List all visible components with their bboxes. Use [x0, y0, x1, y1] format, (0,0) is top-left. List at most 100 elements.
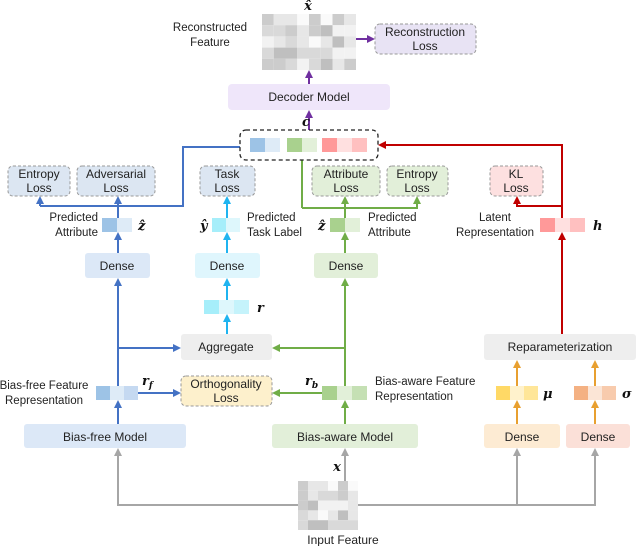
grid-cell	[320, 58, 333, 70]
grid-cell	[332, 25, 345, 37]
grid-cell	[273, 36, 286, 48]
pred-attr-right-1: Predicted	[368, 212, 417, 224]
grid-cell	[332, 47, 345, 59]
grid-cell	[297, 58, 309, 70]
aggregate-label: Aggregate	[198, 340, 254, 354]
grid-cell	[318, 481, 328, 491]
bias-free-rep-1: Bias-free Feature	[0, 380, 88, 392]
grid-cell	[332, 36, 345, 48]
latent-label-2: Representation	[456, 227, 534, 239]
bias-free-model-label: Bias-free Model	[63, 430, 147, 444]
grid-cell	[309, 36, 321, 48]
grid-cell	[309, 47, 321, 59]
grid-cell	[308, 500, 318, 511]
h-symbol: h	[593, 219, 602, 234]
c-symbol: c	[302, 115, 310, 130]
r-symbol: r	[257, 301, 265, 316]
zhat-right-symbol: ẑ	[317, 219, 326, 234]
grid-cell	[273, 47, 286, 59]
grid-cell	[308, 510, 318, 521]
bias-aware-rep-2: Representation	[375, 391, 453, 403]
kl-loss-2: Loss	[503, 181, 528, 195]
grid-cell	[328, 490, 338, 501]
grid-cell	[338, 490, 348, 501]
decoder-model-label: Decoder Model	[268, 90, 349, 104]
kl-loss-1: KL	[509, 167, 524, 181]
grid-cell	[328, 500, 338, 511]
grid-cell	[328, 481, 338, 491]
grid-cell	[338, 520, 348, 530]
reparameterization-label: Reparameterization	[508, 340, 613, 354]
grid-cell	[309, 14, 321, 26]
grid-cell	[262, 14, 274, 26]
grid-cell	[308, 490, 318, 501]
grid-cell	[308, 520, 318, 530]
grid-cell	[285, 25, 298, 37]
xhat-symbol: x̂	[303, 0, 312, 14]
architecture-diagram: x̂ Reconstructed Feature Reconstruction …	[0, 0, 636, 546]
reconstruction-loss-2: Loss	[412, 39, 437, 53]
grid-cell	[273, 14, 286, 26]
rb-symbol: rb	[305, 374, 318, 391]
grid-cell	[273, 58, 286, 70]
grid-cell	[318, 490, 328, 501]
yhat-symbol: ŷ	[199, 219, 209, 234]
grid-cell	[318, 520, 328, 530]
grid-cell	[285, 58, 298, 70]
grid-cell	[344, 14, 356, 26]
dense-label: Dense	[100, 259, 135, 273]
grid-cell	[344, 36, 356, 48]
reconstructed-label-2: Feature	[190, 37, 230, 49]
grid-cell	[348, 510, 358, 521]
pred-attr-left-2: Attribute	[55, 227, 98, 239]
pred-task-1: Predicted	[247, 212, 296, 224]
rf-symbol: rf	[142, 374, 155, 391]
grid-cell	[298, 510, 308, 521]
grid-cell	[320, 25, 333, 37]
grid-cell	[318, 500, 328, 511]
orthogonality-loss-1: Orthogonality	[190, 377, 261, 391]
bias-free-rep-2: Representation	[5, 395, 83, 407]
mu-symbol: μ	[543, 387, 553, 402]
grid-cell	[320, 14, 333, 26]
grid-cell	[348, 500, 358, 511]
bias-aware-model-label: Bias-aware Model	[297, 430, 393, 444]
dense-label: Dense	[329, 259, 364, 273]
grid-cell	[348, 481, 358, 491]
bias-aware-rep-1: Bias-aware Feature	[375, 376, 475, 388]
grid-cell	[298, 500, 308, 511]
grid-cell	[309, 58, 321, 70]
grid-cell	[338, 510, 348, 521]
attribute-loss-2: Loss	[333, 181, 358, 195]
sigma-symbol: σ	[622, 387, 632, 402]
grid-cell	[308, 481, 318, 491]
entropy-loss-left-2: Loss	[26, 181, 51, 195]
grid-cell	[348, 520, 358, 530]
dense-label: Dense	[505, 430, 540, 444]
reconstruction-loss-1: Reconstruction	[385, 25, 465, 39]
pred-task-2: Task Label	[247, 227, 302, 239]
grid-cell	[285, 14, 298, 26]
input-feature-grid	[298, 481, 358, 530]
grid-cell	[328, 520, 338, 530]
grid-cell	[262, 47, 274, 59]
grid-cell	[298, 490, 308, 501]
grid-cell	[344, 58, 356, 70]
grid-cell	[297, 47, 309, 59]
reconstructed-feature-grid	[262, 14, 356, 70]
grid-cell	[332, 14, 345, 26]
orthogonality-loss-2: Loss	[213, 391, 238, 405]
grid-cell	[338, 500, 348, 511]
grid-cell	[298, 520, 308, 530]
task-loss-2: Loss	[214, 181, 239, 195]
input-feature-label: Input Feature	[307, 533, 379, 546]
grid-cell	[338, 481, 348, 491]
entropy-loss-right-1: Entropy	[396, 167, 437, 181]
entropy-loss-left-1: Entropy	[18, 167, 59, 181]
grid-cell	[262, 36, 274, 48]
adversarial-loss-1: Adversarial	[86, 167, 146, 181]
entropy-loss-right-2: Loss	[404, 181, 429, 195]
grid-cell	[262, 58, 274, 70]
grid-cell	[285, 47, 298, 59]
grid-cell	[344, 25, 356, 37]
